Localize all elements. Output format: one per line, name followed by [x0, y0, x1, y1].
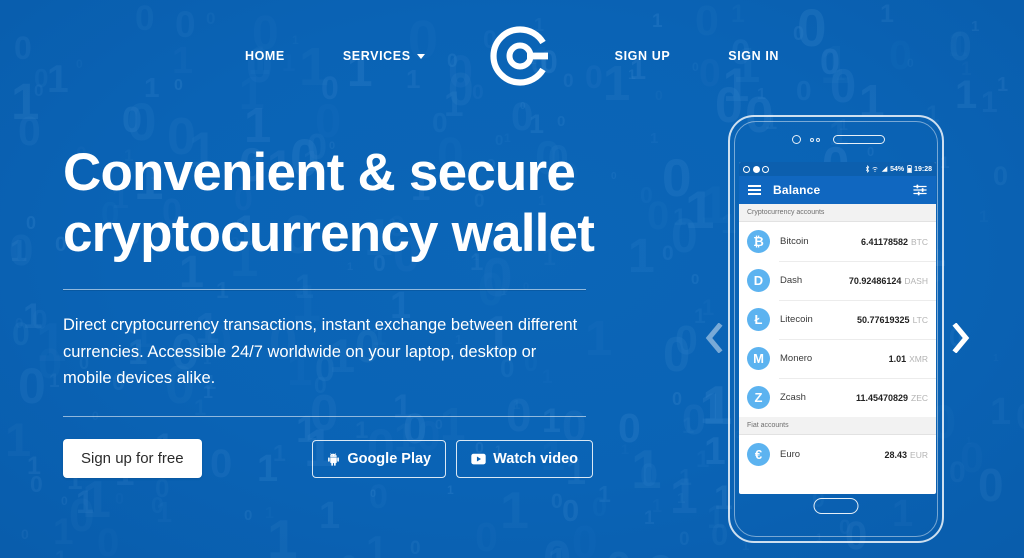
watch-video-label: Watch video: [493, 450, 578, 467]
hamburger-menu-icon[interactable]: [748, 184, 761, 196]
chevron-down-icon: [416, 53, 425, 59]
account-row[interactable]: Z Zcash 11.45470829 ZEC: [739, 378, 936, 417]
nav-item-home[interactable]: HOME: [245, 49, 285, 63]
phone-top-hardware: [730, 135, 946, 144]
accounts-section-header: Cryptocurrency accounts: [739, 204, 936, 222]
account-amount: 28.43 EUR: [884, 449, 928, 460]
hero-content: Convenient & secure cryptocurrency walle…: [63, 142, 603, 479]
front-camera-icon: [791, 135, 801, 144]
account-unit: EUR: [910, 449, 928, 460]
earpiece-speaker: [832, 135, 885, 144]
circle-filled-icon: [752, 165, 760, 173]
account-name: Euro: [780, 449, 801, 460]
nav-right-group: SIGN UP SIGN IN: [615, 49, 779, 63]
android-status-bar: 54% 19:28: [739, 162, 936, 176]
account-name: Litecoin: [780, 314, 813, 325]
account-name: Zcash: [780, 392, 806, 403]
account-unit: LTC: [912, 314, 928, 325]
account-name: Bitcoin: [780, 236, 809, 247]
brand-logo-icon: [490, 26, 548, 86]
coin-symbol-icon: ₿: [747, 230, 770, 253]
account-amount: 1.01 XMR: [888, 353, 928, 364]
carousel-next-button[interactable]: [944, 318, 978, 358]
phone-screen: 54% 19:28 Balance Cryptocurrency account…: [739, 162, 936, 494]
account-row[interactable]: М Monero 1.01 XMR: [739, 339, 936, 378]
divider-top: [63, 288, 586, 290]
nav-item-sign-in[interactable]: SIGN IN: [728, 49, 779, 63]
coin-symbol-icon: М: [747, 347, 770, 370]
circle-icon: [743, 165, 750, 173]
sensor-pair-icon: [809, 137, 820, 142]
page-title: Convenient & secure cryptocurrency walle…: [63, 143, 595, 264]
status-time-label: 19:28: [914, 165, 932, 173]
google-play-button[interactable]: Google Play: [312, 439, 447, 478]
nav-item-sign-up-label: SIGN UP: [614, 49, 671, 63]
top-navigation: HOME SERVICES SIGN UP SIGN IN: [0, 0, 1024, 112]
nav-item-home-label: HOME: [244, 49, 285, 63]
nav-left-group: HOME SERVICES: [245, 49, 425, 63]
status-right-icons: 54% 19:28: [865, 165, 932, 173]
app-bar: Balance: [739, 176, 936, 204]
accounts-section-header: Fiat accounts: [739, 417, 936, 435]
home-button[interactable]: [813, 498, 859, 514]
nav-item-services-label: SERVICES: [342, 49, 411, 63]
chevron-left-icon: [705, 323, 723, 353]
account-unit: DASH: [904, 275, 928, 286]
battery-percent-label: 54%: [890, 165, 905, 173]
account-row[interactable]: € Euro 28.43 EUR: [739, 435, 936, 474]
account-row[interactable]: ₿ Bitcoin 6.41178582 BTC: [739, 222, 936, 261]
hero-subcopy: Direct cryptocurrency transactions, inst…: [63, 315, 578, 388]
nav-item-sign-in-label: SIGN IN: [728, 49, 780, 63]
nav-item-sign-up[interactable]: SIGN UP: [615, 49, 671, 63]
divider-bottom: [63, 416, 586, 418]
tune-filter-icon[interactable]: [913, 183, 927, 197]
wifi-icon: [872, 167, 878, 172]
circle-dash-icon: [762, 165, 769, 173]
nav-item-services[interactable]: SERVICES: [343, 49, 425, 63]
app-bar-title: Balance: [773, 183, 821, 197]
coin-symbol-icon: Ł: [747, 308, 770, 331]
cta-row: Sign up for free Google Play Watch video: [63, 439, 593, 479]
phone-mockup: 54% 19:28 Balance Cryptocurrency account…: [728, 115, 944, 543]
accounts-list: Cryptocurrency accounts ₿ Bitcoin 6.4117858…: [739, 204, 936, 474]
account-amount: 50.77619325 LTC: [857, 314, 928, 325]
account-row[interactable]: Ł Litecoin 50.77619325 LTC: [739, 300, 936, 339]
sign-up-for-free-button[interactable]: Sign up for free: [63, 439, 202, 479]
account-row[interactable]: D Dash 70.92486124 DASH: [739, 261, 936, 300]
carousel-prev-button[interactable]: [697, 318, 731, 358]
watch-video-button[interactable]: Watch video: [456, 439, 593, 478]
account-unit: ZEC: [911, 392, 928, 403]
signal-icon: [881, 166, 887, 172]
account-name: Monero: [780, 353, 813, 364]
secondary-cta-group: Google Play Watch video: [312, 439, 593, 478]
chevron-right-icon: [952, 323, 970, 353]
account-amount: 11.45470829 ZEC: [855, 392, 928, 403]
android-icon: [328, 452, 340, 466]
status-left-icons: [743, 165, 769, 173]
hero-section: 0010010011111101100010100000100001000110…: [0, 0, 1024, 558]
coin-symbol-icon: D: [747, 269, 770, 292]
bluetooth-icon: [865, 165, 869, 173]
account-name: Dash: [780, 275, 803, 286]
play-video-icon: [471, 453, 486, 464]
battery-icon: [906, 165, 912, 173]
brand-logo[interactable]: [487, 23, 553, 89]
account-amount: 70.92486124 DASH: [848, 275, 928, 286]
coin-symbol-icon: Z: [747, 386, 770, 409]
google-play-label: Google Play: [347, 450, 432, 467]
account-amount: 6.41178582 BTC: [860, 236, 928, 247]
account-unit: XMR: [909, 353, 928, 364]
account-unit: BTC: [911, 236, 928, 247]
coin-symbol-icon: €: [747, 443, 770, 466]
